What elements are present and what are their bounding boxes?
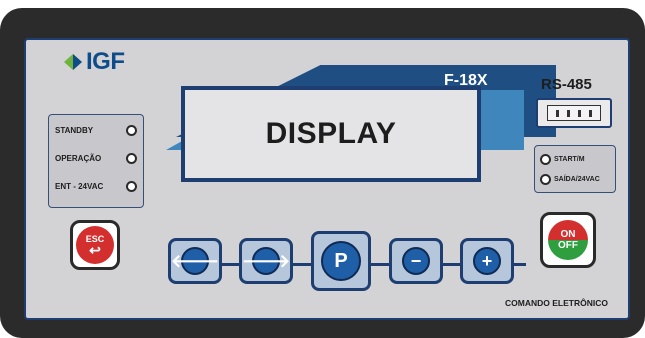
brand-name: IGF: [86, 48, 125, 75]
led-indicator: [540, 154, 551, 165]
led-indicator: [126, 125, 137, 136]
power-button[interactable]: ON OFF: [548, 220, 588, 260]
off-label: OFF: [548, 240, 588, 260]
plus-icon: +: [473, 247, 501, 275]
status-label: START/M: [554, 156, 585, 163]
connector-pin: [556, 109, 559, 117]
rs485-label: RS-485: [541, 76, 592, 93]
left-arrow-button[interactable]: 🡐: [168, 238, 222, 284]
program-button[interactable]: P: [311, 231, 371, 291]
footer-label: COMANDO ELETRÔNICO: [505, 298, 608, 308]
minus-icon: −: [402, 247, 430, 275]
esc-button-frame: ESC ↩: [70, 220, 120, 270]
led-label: OPERAÇÃO: [55, 154, 102, 163]
left-arrow-icon: 🡐: [171, 247, 219, 275]
status-row-start: START/M: [540, 154, 585, 165]
led-row-ent-24vac: ENT - 24VAC: [55, 181, 137, 192]
onoff-button-frame: ON OFF: [540, 212, 596, 268]
led-label: STANDBY: [55, 126, 94, 135]
connector-pin: [567, 109, 570, 117]
brand-logo: IGF: [62, 48, 125, 76]
rs485-connector: [547, 105, 601, 121]
return-arrow-icon: ↩: [89, 241, 101, 258]
plus-button[interactable]: +: [460, 238, 514, 284]
p-icon: P: [321, 241, 361, 281]
status-label: SAÍDA/24VAC: [554, 176, 600, 183]
status-led-panel: START/M SAÍDA/24VAC: [534, 145, 616, 193]
right-arrow-button[interactable]: 🡒: [239, 238, 293, 284]
esc-button[interactable]: ESC ↩: [76, 226, 114, 264]
status-row-saida: SAÍDA/24VAC: [540, 174, 600, 185]
rs485-port[interactable]: [536, 98, 612, 128]
leaf-logo-icon: [64, 54, 82, 70]
led-row-operacao: OPERAÇÃO: [55, 153, 137, 164]
led-indicator-panel: STANDBY OPERAÇÃO ENT - 24VAC: [48, 114, 144, 208]
right-arrow-icon: 🡒: [242, 247, 290, 275]
led-indicator: [540, 174, 551, 185]
display-text: DISPLAY: [265, 117, 397, 150]
led-indicator: [126, 153, 137, 164]
led-label: ENT - 24VAC: [55, 182, 104, 191]
on-label: ON: [548, 220, 588, 240]
led-row-standby: STANDBY: [55, 125, 137, 136]
front-panel: IGF F-18X DISPLAY STANDBY OPERAÇÃO ENT -…: [24, 38, 630, 320]
led-indicator: [126, 181, 137, 192]
display-screen: DISPLAY: [181, 86, 481, 182]
minus-button[interactable]: −: [389, 238, 443, 284]
connector-pin: [578, 109, 581, 117]
connector-pin: [589, 109, 592, 117]
